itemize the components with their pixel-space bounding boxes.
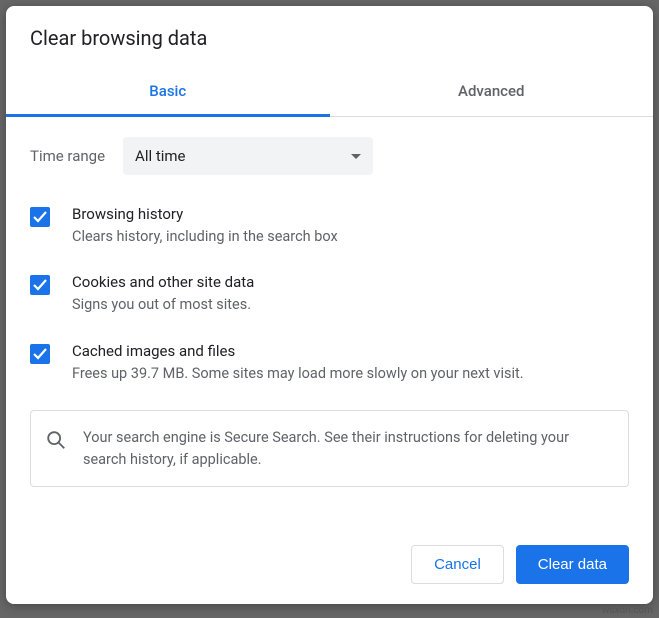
notice-text: Your search engine is Secure Search. See…	[83, 427, 614, 471]
clear-browsing-data-dialog: Clear browsing data Basic Advanced Time …	[6, 6, 653, 604]
tab-advanced[interactable]: Advanced	[330, 68, 654, 116]
option-browsing-history: Browsing history Clears history, includi…	[30, 205, 629, 247]
checkbox-browsing-history[interactable]	[30, 207, 50, 227]
option-title: Cookies and other site data	[72, 273, 629, 291]
option-cache: Cached images and files Frees up 39.7 MB…	[30, 342, 629, 384]
option-text: Browsing history Clears history, includi…	[72, 205, 629, 247]
check-icon	[32, 346, 48, 362]
search-icon	[45, 429, 67, 455]
check-icon	[32, 277, 48, 293]
option-title: Browsing history	[72, 205, 629, 223]
option-title: Cached images and files	[72, 342, 629, 360]
tab-basic[interactable]: Basic	[6, 68, 330, 117]
option-desc: Clears history, including in the search …	[72, 227, 629, 247]
option-desc: Frees up 39.7 MB. Some sites may load mo…	[72, 364, 629, 384]
dialog-content: Time range All time Browsing history Cle…	[6, 117, 653, 529]
option-desc: Signs you out of most sites.	[72, 295, 629, 315]
clear-data-button[interactable]: Clear data	[516, 545, 629, 584]
option-cookies: Cookies and other site data Signs you ou…	[30, 273, 629, 315]
time-range-select[interactable]: All time	[123, 137, 373, 175]
time-range-row: Time range All time	[30, 137, 629, 175]
check-icon	[32, 209, 48, 225]
search-engine-notice: Your search engine is Secure Search. See…	[30, 410, 629, 488]
dialog-footer: Cancel Clear data	[6, 529, 653, 604]
checkbox-cache[interactable]	[30, 344, 50, 364]
watermark: wsxdn.com	[602, 605, 653, 616]
option-text: Cached images and files Frees up 39.7 MB…	[72, 342, 629, 384]
tab-bar: Basic Advanced	[6, 68, 653, 117]
time-range-label: Time range	[30, 147, 105, 165]
checkbox-cookies[interactable]	[30, 275, 50, 295]
dialog-title: Clear browsing data	[6, 6, 653, 68]
chevron-down-icon	[351, 154, 361, 159]
cancel-button[interactable]: Cancel	[411, 545, 504, 584]
time-range-value: All time	[135, 147, 185, 165]
option-text: Cookies and other site data Signs you ou…	[72, 273, 629, 315]
